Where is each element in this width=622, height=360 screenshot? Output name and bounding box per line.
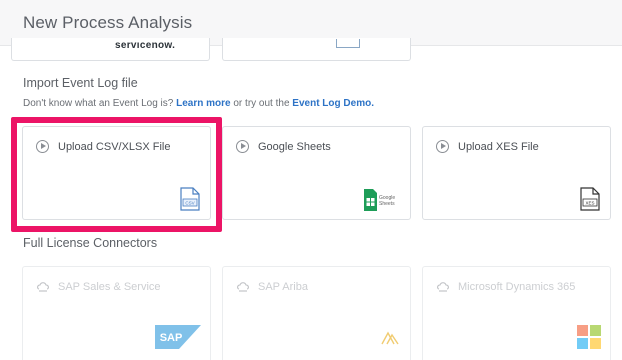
servicenow-connector-card[interactable]: servicenow. xyxy=(11,38,210,61)
license-section-heading: Full License Connectors xyxy=(23,236,158,250)
google-sheets-label: Google Sheets xyxy=(258,140,331,153)
event-log-demo-link[interactable]: Event Log Demo. xyxy=(292,98,374,109)
sap-sales-service-card[interactable]: SAP Sales & Service SAP xyxy=(22,266,211,360)
hint-middle: or try out the xyxy=(233,98,290,109)
google-sheets-icon: Google Sheets xyxy=(364,189,395,211)
learn-more-link[interactable]: Learn more xyxy=(176,98,230,109)
sap-logo-text: SAP xyxy=(160,332,183,344)
xes-icon-text: XES xyxy=(585,201,594,206)
microsoft-logo-icon xyxy=(577,325,601,349)
sap-sales-service-label: SAP Sales & Service xyxy=(58,281,161,293)
microsoft-dynamics-card[interactable]: Microsoft Dynamics 365 xyxy=(422,266,611,360)
import-section-heading: Import Event Log file xyxy=(23,76,138,90)
upload-xes-card[interactable]: Upload XES File XES xyxy=(422,126,611,220)
microsoft-dynamics-label: Microsoft Dynamics 365 xyxy=(458,281,576,293)
upload-xes-label: Upload XES File xyxy=(458,140,539,153)
hint-prefix: Don't know what an Event Log is? xyxy=(23,98,174,109)
connector-icon xyxy=(37,282,49,292)
play-icon xyxy=(436,140,449,153)
connector-icon xyxy=(237,282,249,292)
sap-ariba-label: SAP Ariba xyxy=(258,281,308,293)
dialog-title: New Process Analysis xyxy=(23,13,193,32)
connector-icon xyxy=(437,282,449,292)
play-icon xyxy=(236,140,249,153)
servicenow-logo: servicenow. xyxy=(115,42,176,50)
google-sheets-card[interactable]: Google Sheets Google Sheets xyxy=(222,126,411,220)
csv-card-highlight xyxy=(11,117,222,232)
svg-text:Sheets: Sheets xyxy=(379,201,395,207)
sap-logo-icon: SAP xyxy=(155,325,201,349)
xes-file-icon: XES xyxy=(580,187,600,211)
connector-card-partial[interactable] xyxy=(222,38,411,61)
sap-ariba-card[interactable]: SAP Ariba xyxy=(222,266,411,360)
event-log-hint: Don't know what an Event Log is? Learn m… xyxy=(23,98,374,109)
connector-icon xyxy=(336,39,360,48)
ariba-logo-icon xyxy=(381,331,399,345)
